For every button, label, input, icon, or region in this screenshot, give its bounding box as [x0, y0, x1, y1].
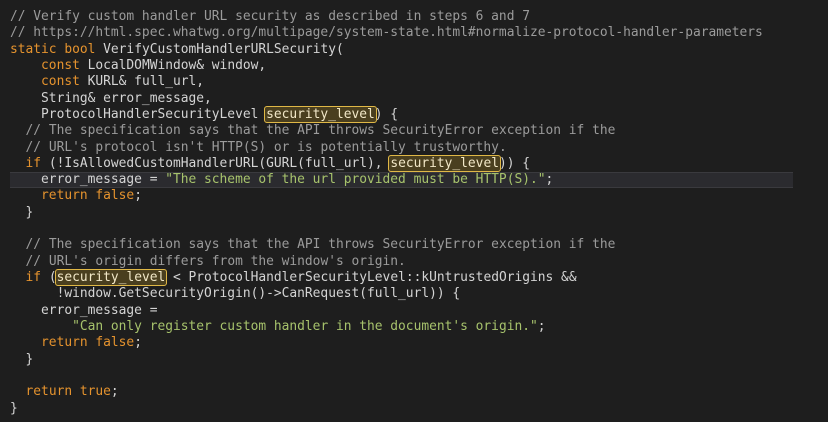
- code-line[interactable]: [10, 221, 763, 237]
- code-line[interactable]: static bool VerifyCustomHandlerURLSecuri…: [10, 42, 763, 58]
- code-keyword: if: [25, 270, 42, 285]
- code-line[interactable]: const KURL& full_url,: [10, 74, 763, 90]
- code-text: VerifyCustomHandlerURLSecurity(: [95, 41, 344, 57]
- code-comment: // The specification says that the API t…: [25, 123, 616, 139]
- code-keyword: if: [25, 155, 42, 171]
- code-keyword: return: [25, 384, 73, 400]
- code-line[interactable]: }: [10, 352, 763, 368]
- code-text: ;: [545, 172, 554, 188]
- code-text: (!IsAllowedCustomHandlerURL(GURL(full_ur…: [41, 155, 391, 171]
- code-line[interactable]: // https://html.spec.whatwg.org/multipag…: [10, 25, 763, 41]
- code-comment: // https://html.spec.whatwg.org/multipag…: [10, 25, 763, 41]
- code-line-current[interactable]: error_message = "The scheme of the url p…: [10, 172, 793, 189]
- code-line[interactable]: // The specification says that the API t…: [10, 237, 763, 253]
- code-line[interactable]: [10, 368, 763, 384]
- code-text: }: [10, 351, 34, 367]
- code-keyword: false: [95, 188, 135, 204]
- code-text: ;: [537, 318, 546, 334]
- code-text: ) {: [374, 106, 399, 122]
- code-text: error_message =: [10, 172, 166, 188]
- code-line[interactable]: // Verify custom handler URL security as…: [10, 9, 763, 25]
- code-text: }: [10, 204, 34, 220]
- code-text: < ProtocolHandlerSecurityLevel::kUntrust…: [165, 270, 577, 285]
- search-match-highlight: security_level: [388, 154, 501, 172]
- code-line[interactable]: // URL's protocol isn't HTTP(S) or is po…: [10, 140, 763, 156]
- code-keyword: bool: [64, 41, 96, 57]
- code-text: ;: [134, 335, 142, 351]
- code-string: "The scheme of the url provided must be …: [165, 172, 546, 188]
- code-line[interactable]: }: [10, 401, 763, 417]
- code-view[interactable]: // Verify custom handler URL security as…: [10, 9, 793, 417]
- code-text: ;: [134, 188, 142, 204]
- code-text: }: [10, 400, 18, 416]
- code-keyword: false: [95, 335, 135, 351]
- code-keyword: static: [10, 41, 57, 57]
- code-line[interactable]: return false;: [10, 335, 763, 351]
- code-keyword: const: [41, 74, 80, 90]
- code-text: !window.GetSecurityOrigin()->CanRequest(…: [10, 286, 461, 302]
- code-line[interactable]: String& error_message,: [10, 91, 763, 107]
- code-line[interactable]: !window.GetSecurityOrigin()->CanRequest(…: [10, 286, 763, 302]
- code-text: error_message =: [10, 302, 158, 318]
- code-line[interactable]: "Can only register custom handler in the…: [10, 319, 763, 335]
- code-line[interactable]: }: [10, 205, 763, 221]
- code-comment: // Verify custom handler URL security as…: [10, 9, 530, 24]
- search-match-highlight: security_level: [54, 269, 168, 286]
- code-keyword: return: [41, 188, 88, 204]
- code-keyword: true: [79, 384, 111, 400]
- code-line[interactable]: const LocalDOMWindow& window,: [10, 58, 763, 74]
- code-text: )) {: [498, 155, 531, 171]
- code-comment: // The specification says that the API t…: [25, 237, 616, 253]
- code-line[interactable]: if (!IsAllowedCustomHandlerURL(GURL(full…: [10, 154, 763, 172]
- code-line[interactable]: if (security_level < ProtocolHandlerSecu…: [10, 269, 763, 286]
- code-line[interactable]: ProtocolHandlerSecurityLevel security_le…: [10, 105, 763, 123]
- code-text: LocalDOMWindow& window,: [79, 57, 267, 73]
- code-comment: // URL's protocol isn't HTTP(S) or is po…: [25, 139, 507, 155]
- code-text: String& error_message,: [10, 90, 212, 106]
- code-line[interactable]: error_message =: [10, 303, 763, 319]
- code-editor[interactable]: // Verify custom handler URL security as…: [0, 0, 828, 422]
- code-string: "Can only register custom handler in the…: [72, 318, 538, 334]
- code-keyword: const: [41, 57, 80, 73]
- code-line[interactable]: // URL's origin differs from the window'…: [10, 254, 763, 270]
- code-keyword: return: [41, 335, 88, 351]
- search-match-highlight: security_level: [264, 105, 377, 123]
- code-line[interactable]: return false;: [10, 188, 763, 204]
- code-comment: // URL's origin differs from the window'…: [25, 253, 406, 269]
- code-text: ;: [110, 384, 119, 400]
- code-text: ProtocolHandlerSecurityLevel: [10, 106, 267, 122]
- code-text: KURL& full_url,: [79, 74, 205, 90]
- code-line[interactable]: // The specification says that the API t…: [10, 123, 763, 139]
- code-line[interactable]: return true;: [10, 384, 763, 400]
